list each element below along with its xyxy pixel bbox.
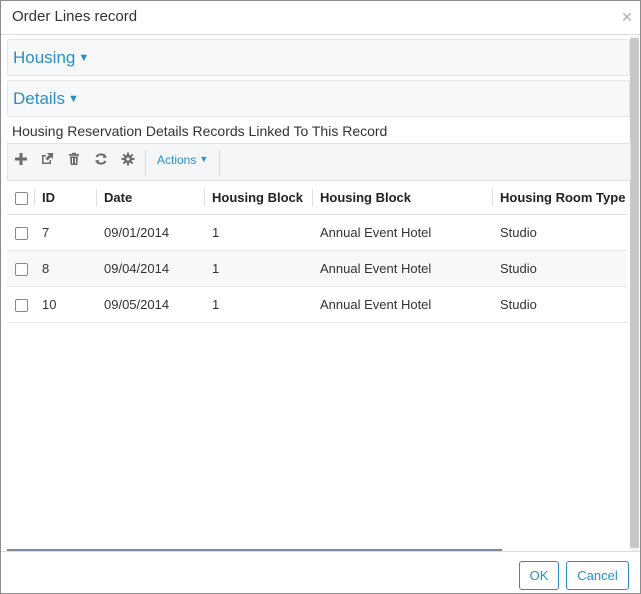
dialog-title: Order Lines record <box>12 8 138 25</box>
housing-section-toggle[interactable]: Housing ▼ <box>13 48 89 68</box>
details-section-toggle[interactable]: Details ▼ <box>13 89 79 109</box>
toolbar-separator <box>219 150 220 176</box>
toolbar-separator <box>145 150 146 176</box>
caret-down-icon: ▼ <box>199 154 209 164</box>
row-checkbox-cell <box>7 286 34 323</box>
row-checkbox-cell <box>7 250 34 287</box>
row-checkbox[interactable] <box>15 298 28 312</box>
cell-housing-block: Annual Event Hotel <box>312 250 492 287</box>
housing-section-label: Housing <box>13 48 76 67</box>
column-header-housing-room-type[interactable]: Housing Room Type <box>492 181 627 215</box>
gear-icon[interactable] <box>121 152 135 166</box>
housing-section-header[interactable]: Housing ▼ <box>7 39 630 76</box>
column-header-housing-block[interactable]: Housing Block <box>312 181 492 215</box>
select-all-header <box>7 181 34 215</box>
refresh-icon[interactable] <box>94 152 108 166</box>
dialog-titlebar: Order Lines record ✕ <box>1 1 640 35</box>
cell-housing-block-id: 1 <box>204 250 312 287</box>
table-row[interactable]: 10 09/05/2014 1 Annual Event Hotel Studi… <box>7 286 627 323</box>
cell-id: 8 <box>34 250 96 287</box>
row-checkbox[interactable] <box>15 262 28 276</box>
dialog-footer: OK Cancel <box>1 551 640 593</box>
cell-housing-block-id: 1 <box>204 214 312 251</box>
caret-down-icon: ▼ <box>67 93 79 105</box>
details-section-header[interactable]: Details ▼ <box>7 80 630 117</box>
cell-room-type: Studio <box>492 286 627 323</box>
cancel-button[interactable]: Cancel <box>566 561 629 590</box>
actions-label: Actions <box>157 153 197 167</box>
caret-down-icon: ▼ <box>78 52 90 64</box>
row-checkbox-cell <box>7 214 34 251</box>
grid-toolbar: Actions ▼ <box>7 143 631 181</box>
plus-icon[interactable] <box>14 152 28 166</box>
cell-id: 10 <box>34 286 96 323</box>
select-all-checkbox[interactable] <box>15 191 28 205</box>
cell-room-type: Studio <box>492 250 627 287</box>
table-row[interactable]: 7 09/01/2014 1 Annual Event Hotel Studio <box>7 214 627 251</box>
linked-records-table: ID Date Housing Block Housing Block Hous… <box>7 181 627 323</box>
trash-icon[interactable] <box>67 152 81 166</box>
cell-housing-block-id: 1 <box>204 286 312 323</box>
cell-housing-block: Annual Event Hotel <box>312 286 492 323</box>
close-icon[interactable]: ✕ <box>621 10 633 24</box>
scrollbar-thumb[interactable] <box>630 38 639 548</box>
cell-room-type: Studio <box>492 214 627 251</box>
row-checkbox[interactable] <box>15 226 28 240</box>
cell-date: 09/05/2014 <box>96 286 204 323</box>
column-header-date[interactable]: Date <box>96 181 204 215</box>
cell-housing-block: Annual Event Hotel <box>312 214 492 251</box>
table-row[interactable]: 8 09/04/2014 1 Annual Event Hotel Studio <box>7 250 627 287</box>
cell-date: 09/04/2014 <box>96 250 204 287</box>
cell-id: 7 <box>34 214 96 251</box>
ok-button[interactable]: OK <box>519 561 559 590</box>
column-header-housing-block-id[interactable]: Housing Block <box>204 181 312 215</box>
table-header-row: ID Date Housing Block Housing Block Hous… <box>7 181 627 215</box>
cell-date: 09/01/2014 <box>96 214 204 251</box>
details-section-label: Details <box>13 89 65 108</box>
column-header-id[interactable]: ID <box>34 181 96 215</box>
linked-records-title: Housing Reservation Details Records Link… <box>12 123 388 139</box>
external-link-icon[interactable] <box>40 152 54 166</box>
actions-dropdown[interactable]: Actions ▼ <box>157 153 208 167</box>
order-lines-dialog: Order Lines record ✕ Housing ▼ Details ▼ H… <box>0 0 641 594</box>
